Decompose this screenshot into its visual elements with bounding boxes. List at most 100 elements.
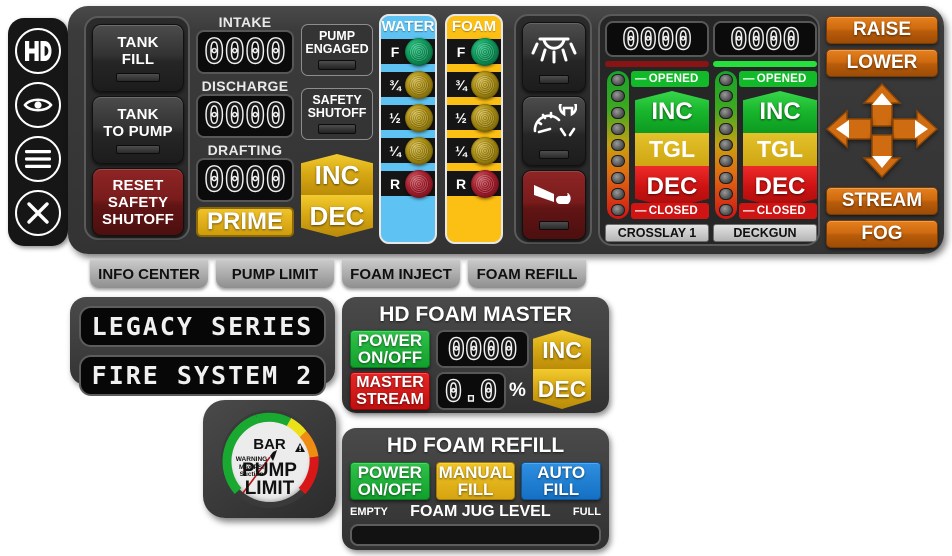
pressure-governor-button[interactable] <box>522 96 586 166</box>
foam-level-row-half: ½ <box>447 101 501 134</box>
nozzle-control-group: RAISE LOWER STREAM FOG <box>825 16 939 248</box>
foam-master-power-button[interactable]: POWER ON/OFF <box>350 330 430 368</box>
drafting-label: DRAFTING <box>207 142 283 158</box>
horn-led <box>539 220 569 230</box>
deckgun-dec-button[interactable]: DEC <box>743 166 817 208</box>
intake-label: INTAKE <box>218 14 272 30</box>
menu-icon[interactable] <box>15 136 61 182</box>
stream-button[interactable]: STREAM <box>826 187 938 215</box>
foam-level-title: FOAM <box>451 18 497 35</box>
foam-refill-panel: HD FOAM REFILL POWER ON/OFF MANUAL FILL … <box>342 428 609 550</box>
foam-refill-manual-label-2: FILL <box>457 480 494 499</box>
deckgun-tgl-button[interactable]: TGL <box>743 133 817 166</box>
pump-inc-button[interactable]: INC <box>301 154 373 196</box>
foam-refill-manual-fill-button[interactable]: MANUAL FILL <box>435 462 516 500</box>
crosslay-1-closed-tag: — CLOSED <box>631 203 709 219</box>
fog-button[interactable]: FOG <box>826 220 938 248</box>
tank-to-pump-label-2: TO PUMP <box>103 123 173 140</box>
water-level-title: WATER <box>381 18 435 35</box>
crosslay-1-tgl-button[interactable]: TGL <box>635 133 709 166</box>
water-level-row-three-quarter: ¾ <box>381 68 435 101</box>
pump-inc-label: INC <box>314 159 360 190</box>
reset-safety-shutoff-button[interactable]: RESET SAFETY SHUTOFF <box>92 168 184 236</box>
deckgun-dec-label: DEC <box>754 173 806 200</box>
foam-refill-auto-fill-button[interactable]: AUTO FILL <box>521 462 602 500</box>
foam-master-dec-button[interactable]: DEC <box>533 369 591 409</box>
deckgun-module: 0000 — OPENED INC TGL DEC — CLOSED DECKG… <box>713 21 817 242</box>
foam-master-power-label-2: ON/OFF <box>357 348 423 367</box>
foam-master-stream-label-1: MASTER <box>356 374 424 391</box>
crosslay-1-name[interactable]: CROSSLAY 1 <box>605 224 709 242</box>
foam-led-three-quarter <box>471 70 499 99</box>
jug-full-label: FULL <box>572 506 601 518</box>
foam-master-pct-display: 0.0 <box>436 372 506 410</box>
readouts-column: INTAKE 0000 DISCHARGE 0000 DRAFTING 0000… <box>196 14 294 237</box>
tab-info-center-label: INFO CENTER <box>98 265 200 283</box>
crosslay-1-inc-button[interactable]: INC <box>635 91 709 133</box>
crosslay-1-position-track[interactable] <box>607 71 629 219</box>
hd-logo-icon[interactable] <box>15 28 61 74</box>
pump-engaged-label-2: ENGAGED <box>305 42 369 56</box>
discharge-value: 0000 <box>203 95 286 136</box>
foam-level-row-quarter: ¼ <box>447 134 501 167</box>
drafting-value: 0000 <box>203 159 286 200</box>
foam-tick-reserve: R <box>455 175 467 192</box>
foam-master-power-label-1: POWER <box>357 331 423 350</box>
tab-foam-refill[interactable]: FOAM REFILL <box>468 260 586 288</box>
safety-shutoff-led <box>317 124 357 134</box>
gauge-face: BAR WARNING Max PSI Suction PUMP LIMIT <box>220 410 319 508</box>
foam-tick-quarter: ¼ <box>455 142 467 159</box>
drafting-display: 0000 <box>196 158 294 202</box>
reset-label-1: RESET <box>112 176 164 194</box>
foam-master-stream-button[interactable]: MASTER STREAM <box>350 372 430 410</box>
jug-level-label: FOAM JUG LEVEL <box>410 503 551 520</box>
safety-shutoff-indicator: SAFETY SHUTOFF <box>301 88 373 140</box>
tank-fill-button[interactable]: TANK FILL <box>92 24 184 92</box>
tank-to-pump-button[interactable]: TANK TO PUMP <box>92 96 184 164</box>
deckgun-position-track[interactable] <box>715 71 737 219</box>
marquee-line-2: FIRE SYSTEM 2 <box>79 355 326 396</box>
pump-dec-label: DEC <box>309 200 365 231</box>
prime-button[interactable]: PRIME <box>196 207 294 237</box>
deckgun-opened-tag: — OPENED <box>739 71 817 87</box>
close-icon[interactable] <box>15 190 61 236</box>
tab-pump-limit[interactable]: PUMP LIMIT <box>216 260 334 288</box>
water-led-reserve <box>405 169 433 198</box>
water-level-row-full: F <box>381 35 435 68</box>
horn-icon <box>530 181 578 216</box>
lower-button[interactable]: LOWER <box>826 49 938 77</box>
eye-icon[interactable] <box>15 82 61 128</box>
scene-light-button[interactable] <box>522 22 586 92</box>
gauge-caption: PUMP LIMIT <box>242 460 297 499</box>
tank-fill-label-2: FILL <box>121 51 155 68</box>
foam-master-pct-value: 0.0 <box>444 373 498 408</box>
foam-level-row-three-quarter: ¾ <box>447 68 501 101</box>
foam-master-dec-label: DEC <box>537 375 587 402</box>
foam-refill-power-label-2: ON/OFF <box>357 480 422 499</box>
foam-refill-power-button[interactable]: POWER ON/OFF <box>350 462 430 500</box>
deckgun-name[interactable]: DECKGUN <box>713 224 817 242</box>
discharge-display: 0000 <box>196 94 294 138</box>
crosslay-1-dec-button[interactable]: DEC <box>635 166 709 208</box>
foam-master-panel: HD FOAM MASTER POWER ON/OFF MASTER STREA… <box>342 297 609 413</box>
water-tick-reserve: R <box>389 175 401 192</box>
raise-button[interactable]: RAISE <box>826 16 938 44</box>
water-tick-half: ½ <box>389 109 401 126</box>
foam-master-inc-button[interactable]: INC <box>533 330 591 370</box>
foam-master-flow-value: 0000 <box>447 331 518 366</box>
pump-limit-gauge[interactable]: BAR WARNING Max PSI Suction PUMP LIMIT <box>203 400 336 518</box>
tab-info-center[interactable]: INFO CENTER <box>90 260 208 288</box>
deckgun-tgl-label: TGL <box>757 136 803 162</box>
dpad-down-button[interactable] <box>862 134 902 183</box>
crosslay-1-display: 0000 <box>605 21 709 57</box>
crosslay-1-status-bar <box>605 61 709 67</box>
deckgun-display: 0000 <box>713 21 817 57</box>
foam-led-half <box>471 103 499 132</box>
crosslay-1-opened-tag: — OPENED <box>631 71 709 87</box>
water-led-quarter <box>405 136 433 165</box>
horn-button[interactable] <box>522 170 586 240</box>
pump-dec-button[interactable]: DEC <box>301 195 373 237</box>
deckgun-inc-button[interactable]: INC <box>743 91 817 133</box>
pump-engaged-led <box>317 60 357 70</box>
tab-foam-inject[interactable]: FOAM INJECT <box>342 260 460 288</box>
